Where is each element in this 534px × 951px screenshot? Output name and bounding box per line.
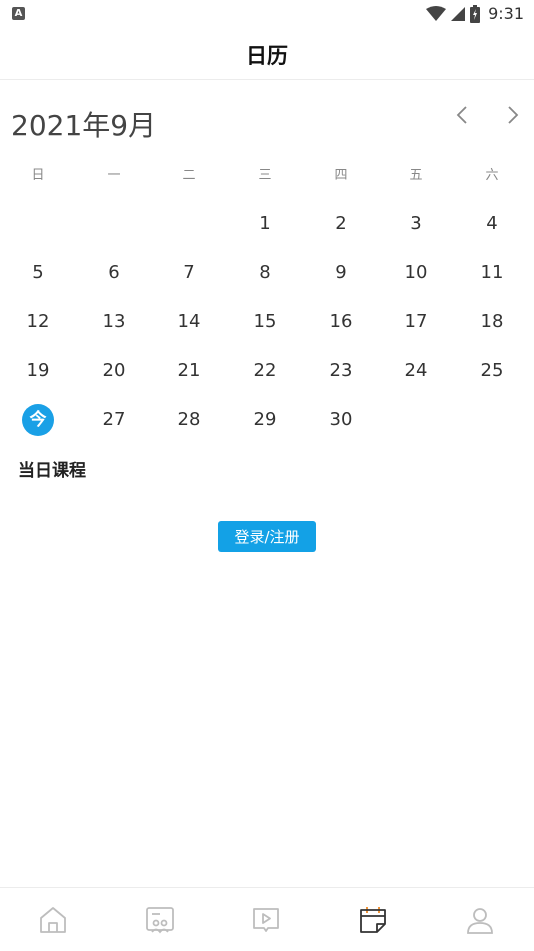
calendar-day[interactable]: 12	[18, 305, 58, 339]
calendar-day[interactable]: 14	[169, 305, 209, 339]
next-month-button[interactable]	[499, 102, 527, 130]
calendar-day[interactable]: 16	[321, 305, 361, 339]
tab-calendar[interactable]	[320, 888, 426, 951]
weekday-sun: 日	[31, 168, 45, 183]
chevron-right-icon	[508, 106, 519, 124]
weekday-header: 日 一 二 三 四 五 六	[0, 164, 534, 186]
calendar-day[interactable]: 17	[396, 305, 436, 339]
weekday-sat: 六	[485, 168, 499, 183]
calendar-day[interactable]: 30	[321, 403, 361, 437]
month-title: 2021年9月	[11, 109, 157, 142]
calendar-day[interactable]: 28	[169, 403, 209, 437]
calendar-day[interactable]: 15	[245, 305, 285, 339]
classroom-icon	[146, 906, 174, 933]
calendar-day[interactable]: 6	[94, 256, 134, 290]
chevron-left-icon	[456, 106, 467, 124]
weekday-mon: 一	[107, 168, 121, 183]
login-register-button[interactable]: 登录/注册	[218, 521, 316, 552]
calendar-day[interactable]: 1	[245, 207, 285, 241]
calendar-grid: 1 2 3 4 5 6 7 8 9 10 11 12 13 14 15 16 1…	[0, 199, 534, 449]
calendar-day[interactable]: 22	[245, 354, 285, 388]
calendar-day[interactable]: 29	[245, 403, 285, 437]
status-bar: A 9:31	[0, 0, 534, 28]
calendar-day[interactable]: 8	[245, 256, 285, 290]
tab-profile[interactable]	[427, 888, 533, 951]
calendar-day[interactable]: 5	[18, 256, 58, 290]
weekday-tue: 二	[182, 168, 196, 183]
calendar-day[interactable]: 21	[169, 354, 209, 388]
calendar-icon	[360, 906, 386, 933]
calendar-day[interactable]: 25	[472, 354, 512, 388]
user-icon	[467, 907, 493, 934]
calendar-day[interactable]: 18	[472, 305, 512, 339]
signal-icon	[451, 6, 466, 21]
bottom-tab-bar	[0, 887, 534, 951]
tab-home[interactable]	[0, 888, 106, 951]
status-indicators: 9:31	[426, 4, 524, 23]
wifi-icon	[426, 5, 447, 21]
calendar-day[interactable]: 4	[472, 207, 512, 241]
daily-courses-title: 当日课程	[18, 461, 86, 481]
calendar-day[interactable]: 10	[396, 256, 436, 290]
page-title: 日历	[246, 44, 288, 68]
app-header: 日历	[0, 28, 534, 80]
weekday-thu: 四	[334, 168, 348, 183]
calendar-day[interactable]: 13	[94, 305, 134, 339]
status-time: 9:31	[488, 4, 524, 23]
calendar-day[interactable]: 7	[169, 256, 209, 290]
calendar-day[interactable]: 24	[396, 354, 436, 388]
weekday-wed: 三	[258, 168, 272, 183]
month-navigation: 2021年9月	[0, 100, 534, 144]
calendar-day[interactable]: 27	[94, 403, 134, 437]
previous-month-button[interactable]	[448, 102, 476, 130]
tab-classroom[interactable]	[107, 888, 213, 951]
calendar-day[interactable]: 2	[321, 207, 361, 241]
calendar-day[interactable]: 3	[396, 207, 436, 241]
calendar-day[interactable]: 20	[94, 354, 134, 388]
weekday-fri: 五	[409, 168, 423, 183]
battery-icon	[470, 4, 481, 23]
calendar-day[interactable]: 11	[472, 256, 512, 290]
today-marker[interactable]: 今	[22, 404, 54, 436]
calendar-day[interactable]: 9	[321, 256, 361, 290]
calendar-day[interactable]: 19	[18, 354, 58, 388]
calendar-day[interactable]: 23	[321, 354, 361, 388]
video-icon	[253, 907, 279, 932]
app-notification-icon: A	[12, 7, 25, 20]
home-icon	[40, 906, 66, 933]
tab-video[interactable]	[213, 888, 319, 951]
